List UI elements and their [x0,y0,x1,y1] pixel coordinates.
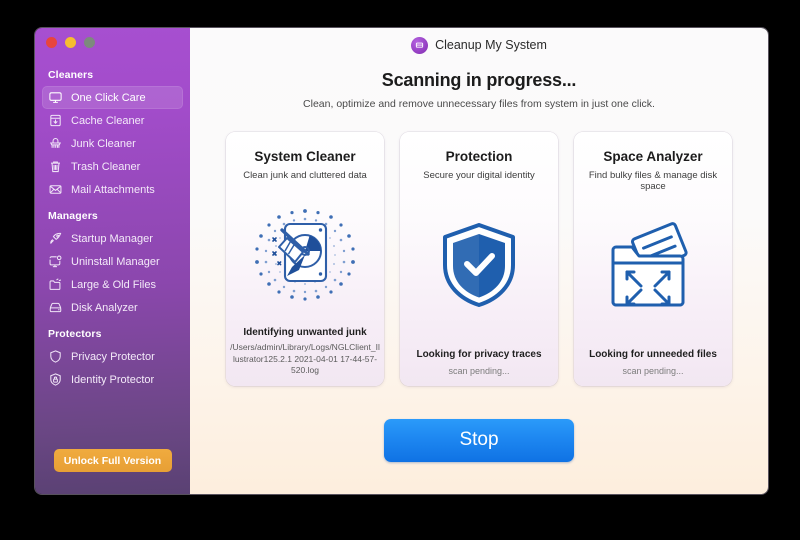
card-status: Looking for privacy traces [416,348,542,360]
sidebar-nav: Cleaners One Click Care Cache Cleaner Ju… [35,60,190,449]
sidebar-item-one-click-care[interactable]: One Click Care [42,86,183,109]
envelope-icon [48,182,63,197]
scan-cards: System Cleaner Clean junk and cluttered … [190,132,768,386]
sidebar-item-disk-analyzer[interactable]: Disk Analyzer [42,296,183,319]
app-window: Cleaners One Click Care Cache Cleaner Ju… [35,28,768,494]
sidebar-item-label: Uninstall Manager [71,255,160,268]
sidebar-item-label: Disk Analyzer [71,301,138,314]
rocket-icon [48,231,63,246]
card-footer: Identifying unwanted junk /Users/admin/L… [226,327,384,386]
card-footer: Looking for privacy traces scan pending.… [400,349,558,386]
card-protection[interactable]: Protection Secure your digital identity … [400,132,558,386]
unlock-full-version-button[interactable]: Unlock Full Version [53,449,172,472]
sidebar-item-large-old-files[interactable]: Large & Old Files [42,273,183,296]
harddrive-broom-icon [226,181,384,327]
close-window-button[interactable] [46,37,57,48]
sidebar-item-uninstall-manager[interactable]: Uninstall Manager [42,250,183,273]
monitor-icon [48,90,63,105]
minimize-window-button[interactable] [65,37,76,48]
sidebar-item-privacy-protector[interactable]: Privacy Protector [42,345,183,368]
app-logo-icon [411,36,429,54]
app-title: Cleanup My System [435,38,547,52]
cache-box-icon [48,113,63,128]
sidebar-item-cache-cleaner[interactable]: Cache Cleaner [42,109,183,132]
junk-broom-icon [48,136,63,151]
page-title: Scanning in progress... [381,70,577,90]
card-title: System Cleaner [254,149,356,164]
folder-icon [48,277,63,292]
sidebar-item-label: Trash Cleaner [71,160,141,173]
stop-button[interactable]: Stop [384,418,574,462]
page-subtitle: Clean, optimize and remove unnecessary f… [303,98,655,110]
heading-block: Scanning in progress... Clean, optimize … [190,70,768,110]
card-subtitle: Clean junk and cluttered data [243,170,367,181]
lock-icon [48,372,63,387]
sidebar-item-label: Junk Cleaner [71,137,136,150]
traffic-lights [35,28,190,52]
sidebar-item-junk-cleaner[interactable]: Junk Cleaner [42,132,183,155]
card-subtitle: Find bulky files & manage disk space [588,170,718,192]
card-detail: scan pending... [448,365,510,376]
sidebar-group-label-managers: Managers [48,210,98,222]
card-detail: scan pending... [622,365,684,376]
sidebar-item-startup-manager[interactable]: Startup Manager [42,227,183,250]
card-system-cleaner[interactable]: System Cleaner Clean junk and cluttered … [226,132,384,386]
card-detail: /Users/admin/Library/Logs/NGLClient_Illu… [230,341,380,376]
sidebar-group-label-cleaners: Cleaners [48,69,94,81]
trash-icon [48,159,63,174]
sidebar-group-label-protectors: Protectors [48,328,102,340]
sidebar-item-label: Privacy Protector [71,350,155,363]
card-title: Space Analyzer [603,149,703,164]
card-space-analyzer[interactable]: Space Analyzer Find bulky files & manage… [574,132,732,386]
sidebar-item-label: Mail Attachments [71,183,155,196]
main-content: Cleanup My System Scanning in progress..… [190,28,768,494]
card-status: Looking for unneeded files [589,348,717,360]
sidebar-item-label: Identity Protector [71,373,155,386]
folder-expand-icon [574,192,732,349]
card-subtitle: Secure your digital identity [423,170,535,181]
shield-check-icon [400,181,558,349]
sidebar-item-label: Startup Manager [71,232,153,245]
sidebar: Cleaners One Click Care Cache Cleaner Ju… [35,28,190,494]
monitor-gear-icon [48,254,63,269]
sidebar-item-label: Cache Cleaner [71,114,145,127]
app-titlebar: Cleanup My System [190,30,768,60]
action-row: Stop [190,386,768,494]
card-title: Protection [445,149,513,164]
sidebar-item-identity-protector[interactable]: Identity Protector [42,368,183,391]
card-footer: Looking for unneeded files scan pending.… [574,349,732,386]
card-status: Identifying unwanted junk [243,326,367,338]
sidebar-item-label: Large & Old Files [71,278,156,291]
disk-icon [48,300,63,315]
unlock-section: Unlock Full Version [35,449,190,494]
sidebar-item-trash-cleaner[interactable]: Trash Cleaner [42,155,183,178]
shield-icon [48,349,63,364]
maximize-window-button[interactable] [84,37,95,48]
sidebar-item-mail-attachments[interactable]: Mail Attachments [42,178,183,201]
sidebar-item-label: One Click Care [71,91,146,104]
